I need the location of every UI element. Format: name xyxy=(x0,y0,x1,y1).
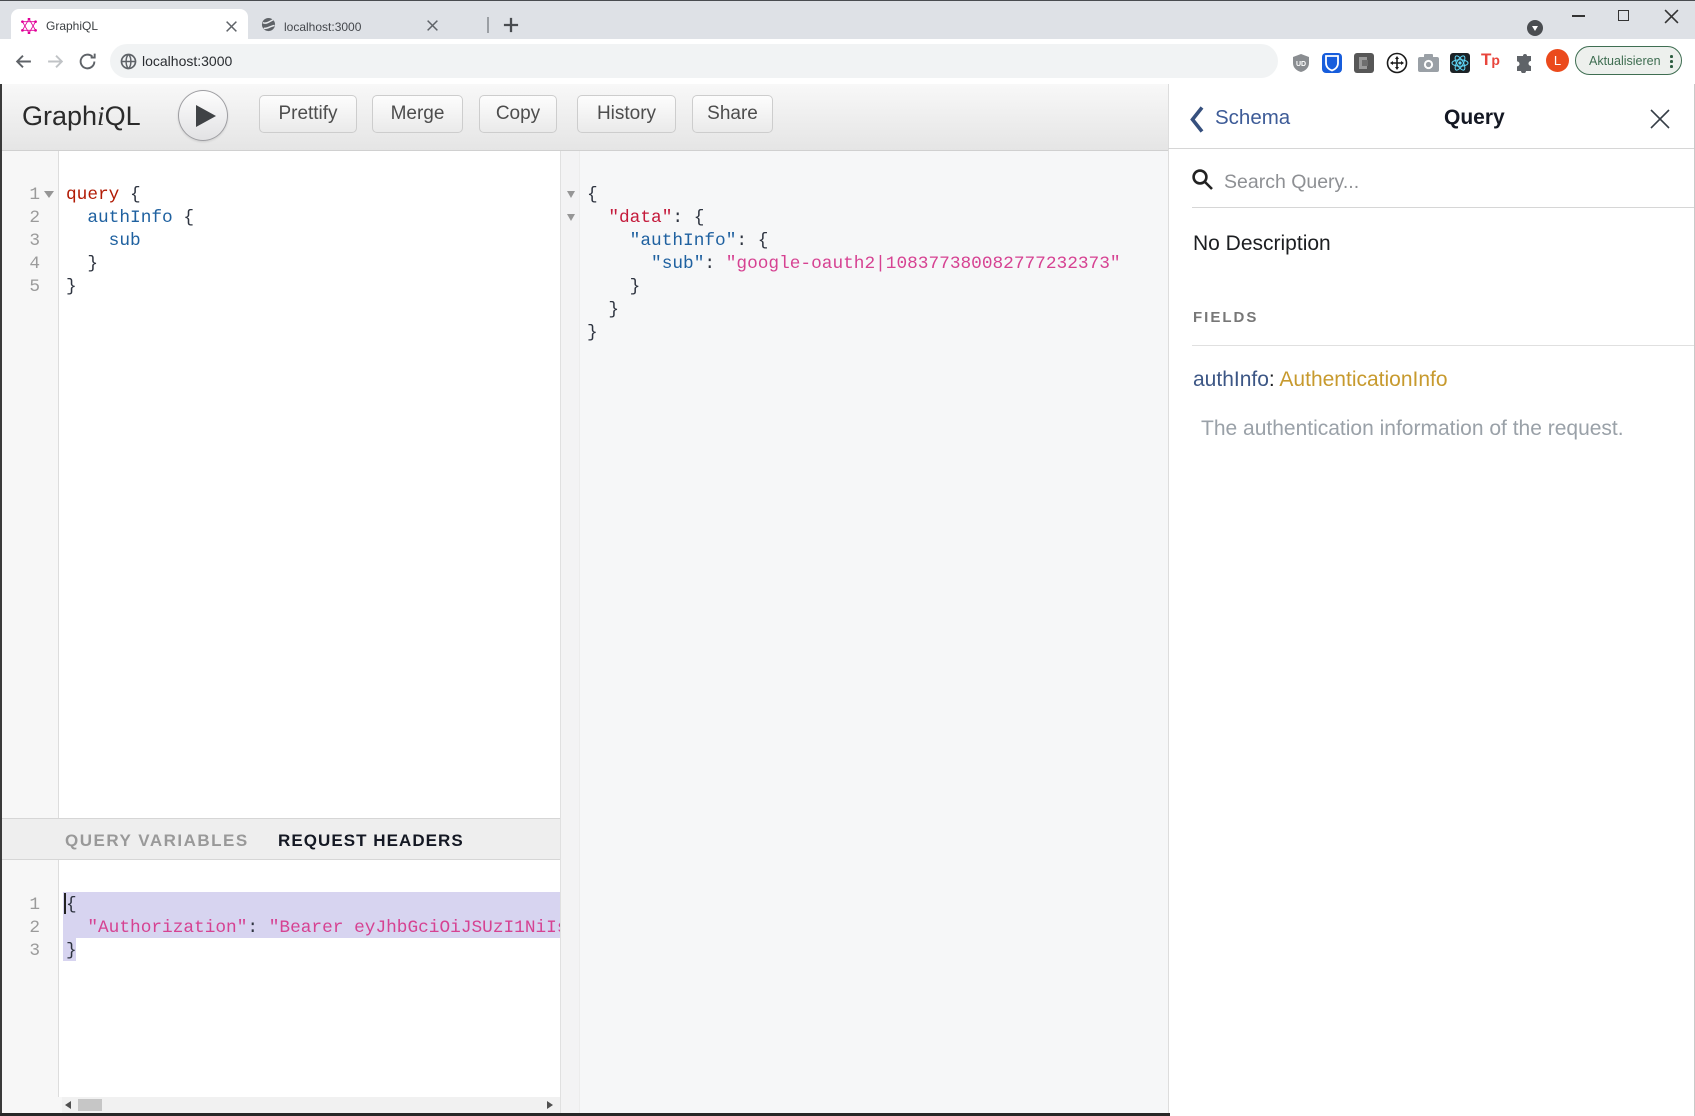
svg-text:UD: UD xyxy=(1296,61,1306,68)
